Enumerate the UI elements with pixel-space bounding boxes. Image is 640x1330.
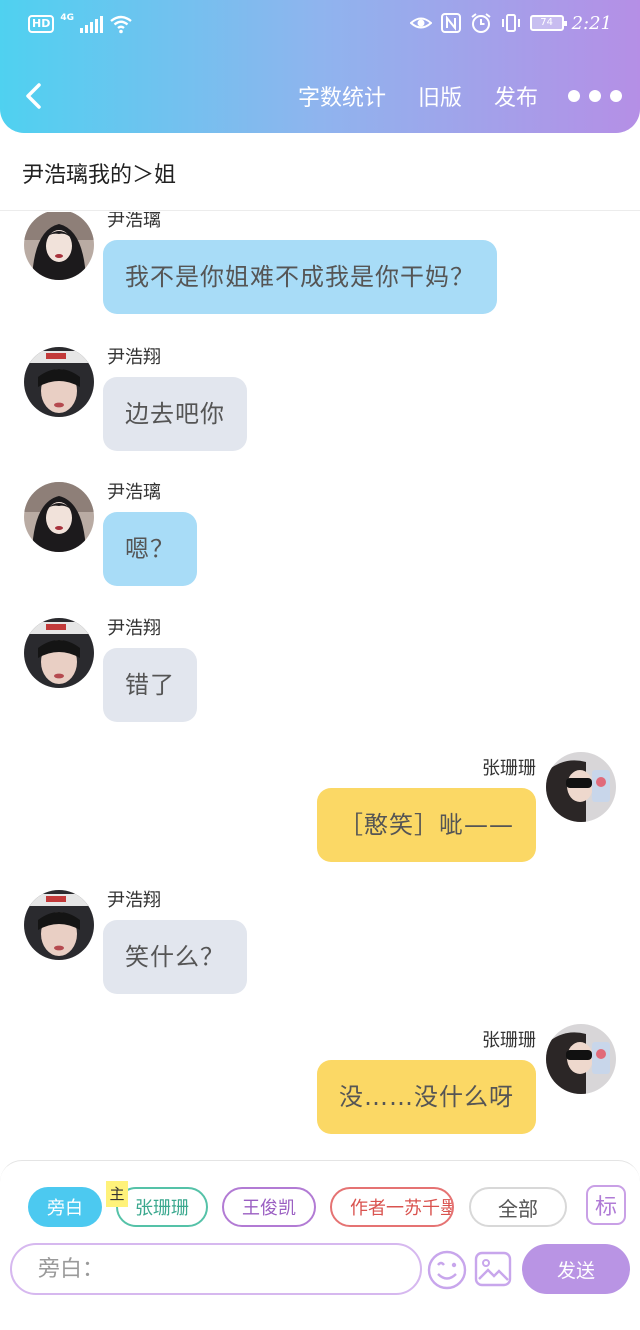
mark-button[interactable]: 标	[586, 1185, 626, 1225]
avatar-haoxiang[interactable]	[24, 618, 94, 688]
message-bubble[interactable]: ［憨笑］呲——	[317, 788, 536, 862]
back-arrow-icon[interactable]	[22, 82, 46, 110]
hd-badge: HD	[28, 15, 55, 33]
page-title[interactable]: 尹浩璃我的＞姐	[22, 157, 176, 189]
nav-actions: 字数统计 旧版 发布	[266, 80, 622, 112]
image-icon[interactable]	[473, 1249, 513, 1289]
avatar-haoli[interactable]	[24, 212, 94, 280]
status-right: 74 2:21	[409, 12, 612, 34]
role-selector: 旁白 张珊珊 主 王俊凯 作者一苏千墨 全部 标	[0, 1181, 640, 1229]
message-bubble[interactable]: 没……没什么呀	[317, 1060, 536, 1134]
composer-panel: 旁白 张珊珊 主 王俊凯 作者一苏千墨 全部 标 发送	[0, 1160, 640, 1330]
send-button[interactable]: 发送	[522, 1244, 630, 1294]
speaker-name: 尹浩翔	[107, 347, 161, 368]
status-left: HD 4G	[28, 13, 133, 34]
title-row: 尹浩璃我的＞姐	[0, 133, 640, 211]
role-chip-shanshan[interactable]: 张珊珊	[116, 1187, 208, 1227]
message-bubble[interactable]: 错了	[103, 648, 197, 722]
input-row: 发送	[0, 1243, 640, 1297]
signal-icon	[80, 15, 103, 33]
old-version-link[interactable]: 旧版	[418, 80, 462, 112]
speaker-name: 张珊珊	[482, 758, 536, 779]
avatar-shanshan[interactable]	[546, 1024, 616, 1094]
speaker-name: 张珊珊	[482, 1030, 536, 1051]
battery-indicator: 74	[529, 15, 567, 31]
vibrate-icon	[501, 14, 520, 32]
alarm-icon	[470, 13, 491, 33]
main-role-tag: 主	[106, 1181, 128, 1207]
avatar-haoxiang[interactable]	[24, 890, 94, 960]
speaker-name: 尹浩璃	[107, 482, 161, 503]
nfc-icon	[440, 13, 461, 33]
role-chip-aside[interactable]: 旁白	[28, 1187, 102, 1227]
message-list[interactable]: 尹浩璃 我不是你姐难不成我是你干妈？ 尹浩翔 边去吧你 尹浩璃 嗯？ 尹浩翔 错…	[0, 212, 640, 1157]
wifi-icon	[110, 15, 132, 34]
role-chip-junkai[interactable]: 王俊凯	[222, 1187, 316, 1227]
role-chip-all[interactable]: 全部	[469, 1187, 567, 1227]
app-header: HD 4G 74 2:21 字数统计 旧版 发布	[0, 0, 640, 133]
status-time: 2:21	[571, 12, 612, 34]
speaker-name: 尹浩翔	[107, 890, 161, 911]
message-bubble[interactable]: 笑什么？	[103, 920, 247, 994]
avatar-haoli[interactable]	[24, 482, 94, 552]
network-type: 4G	[60, 13, 74, 23]
more-dots-icon[interactable]	[568, 90, 622, 102]
nav-bar: 字数统计 旧版 发布	[0, 70, 640, 122]
emoji-icon[interactable]	[426, 1249, 468, 1291]
speaker-name: 尹浩璃	[107, 212, 161, 231]
message-bubble[interactable]: 边去吧你	[103, 377, 247, 451]
speaker-name: 尹浩翔	[107, 618, 161, 639]
message-bubble[interactable]: 嗯？	[103, 512, 197, 586]
role-chip-author[interactable]: 作者一苏千墨	[330, 1187, 454, 1227]
status-bar: HD 4G 74 2:21	[0, 0, 640, 50]
message-input[interactable]	[10, 1243, 422, 1295]
eye-icon	[409, 17, 432, 29]
message-bubble[interactable]: 我不是你姐难不成我是你干妈？	[103, 240, 497, 314]
word-count-link[interactable]: 字数统计	[298, 80, 386, 112]
publish-link[interactable]: 发布	[494, 80, 538, 112]
avatar-haoxiang[interactable]	[24, 347, 94, 417]
avatar-shanshan[interactable]	[546, 752, 616, 822]
